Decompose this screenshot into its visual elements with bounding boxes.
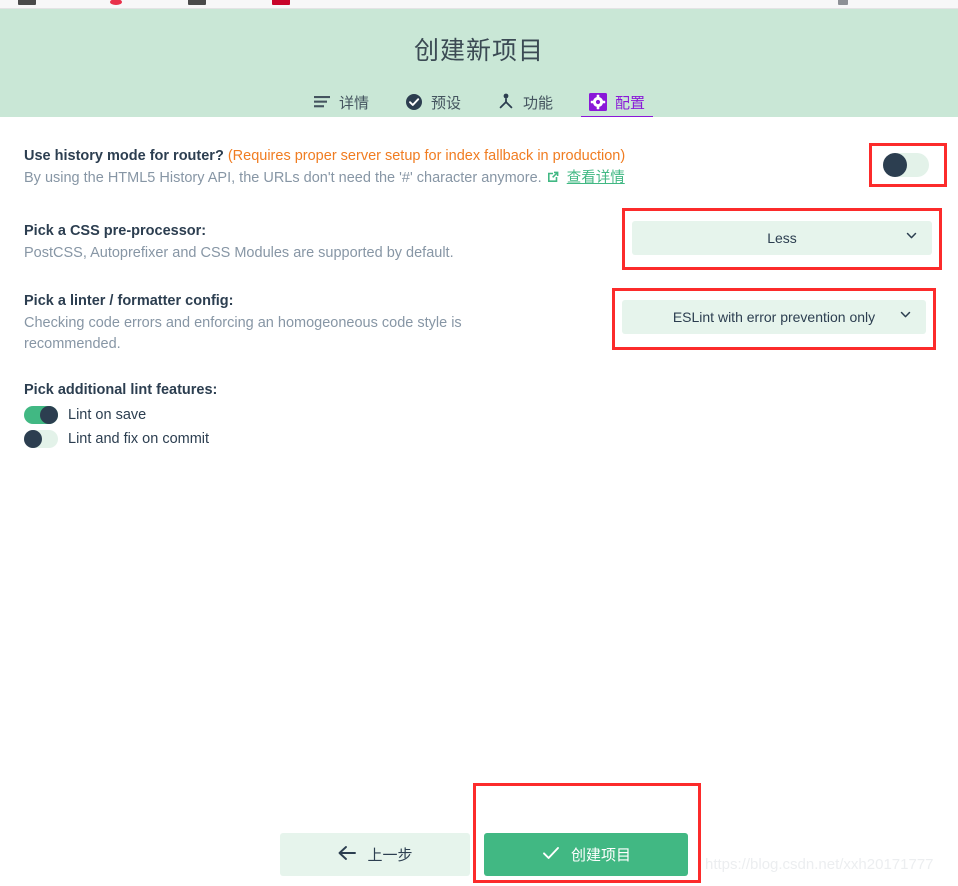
lint-feature-item[interactable]: Lint and fix on commit — [24, 430, 444, 448]
wizard-tabs: 详情 预设 功能 配置 — [0, 87, 958, 119]
list-icon — [313, 93, 331, 111]
chevron-down-icon — [899, 308, 912, 326]
css-preprocessor-desc: PostCSS, Autoprefixer and CSS Modules ar… — [24, 245, 454, 261]
tab-features[interactable]: 功能 — [497, 87, 553, 117]
browser-favicon — [838, 0, 848, 5]
wizard-header: 创建新项目 详情 预设 功能 配置 — [0, 9, 958, 119]
external-link-icon — [546, 170, 560, 191]
tab-configuration[interactable]: 配置 — [581, 87, 654, 119]
back-button[interactable]: 上一步 — [280, 833, 470, 876]
page-title: 创建新项目 — [413, 37, 544, 65]
check-circle-icon — [405, 93, 423, 111]
configuration-panel: Use history mode for router? (Requires p… — [0, 117, 958, 817]
history-mode-toggle-wrap — [883, 153, 929, 177]
chevron-down-icon — [905, 229, 918, 247]
sitemap-icon — [497, 93, 515, 111]
css-preprocessor-row: Pick a CSS pre-processor: PostCSS, Autop… — [24, 221, 584, 264]
linter-desc: Checking code errors and enforcing an ho… — [24, 315, 462, 352]
create-project-button-label: 创建项目 — [570, 847, 631, 864]
linter-title: Pick a linter / formatter config: — [24, 293, 234, 309]
css-preprocessor-title: Pick a CSS pre-processor: — [24, 223, 207, 239]
browser-favicon — [110, 0, 122, 5]
tab-details[interactable]: 详情 — [313, 87, 369, 117]
history-mode-warning: (Requires proper server setup for index … — [227, 148, 626, 164]
history-mode-title: Use history mode for router? (Requires p… — [24, 146, 724, 166]
gear-icon — [589, 93, 608, 111]
back-button-label: 上一步 — [367, 847, 413, 864]
tab-presets-label: 预设 — [430, 94, 461, 112]
browser-favicon — [272, 0, 290, 5]
css-preprocessor-select[interactable]: Less — [632, 221, 932, 255]
tab-features-label: 功能 — [523, 94, 554, 112]
toggle-knob — [883, 153, 907, 177]
history-mode-learn-more-link[interactable]: 查看详情 — [567, 170, 625, 186]
linter-row: Pick a linter / formatter config: Checki… — [24, 291, 524, 355]
lint-on-save-toggle[interactable] — [24, 406, 58, 424]
lint-features-row: Pick additional lint features: Lint on s… — [24, 380, 444, 448]
history-mode-question: Use history mode for router? — [24, 148, 224, 164]
lint-feature-item[interactable]: Lint on save — [24, 406, 444, 424]
css-preprocessor-selected-value: Less — [767, 230, 797, 246]
history-mode-desc: By using the HTML5 History API, the URLs… — [24, 170, 542, 186]
lint-and-fix-on-commit-label: Lint and fix on commit — [68, 431, 210, 447]
check-icon — [541, 845, 561, 865]
browser-tab-strip — [0, 0, 958, 9]
tab-configuration-label: 配置 — [615, 94, 646, 112]
lint-features-title: Pick additional lint features: — [24, 382, 218, 398]
browser-favicon — [188, 0, 206, 5]
create-project-button[interactable]: 创建项目 — [484, 833, 688, 876]
linter-select[interactable]: ESLint with error prevention only — [622, 300, 926, 334]
tab-presets[interactable]: 预设 — [405, 87, 461, 117]
arrow-left-icon — [337, 845, 357, 865]
linter-selected-value: ESLint with error prevention only — [672, 309, 876, 325]
history-mode-desc-line: By using the HTML5 History API, the URLs… — [24, 168, 724, 191]
toggle-knob — [40, 406, 58, 424]
browser-favicon — [18, 0, 36, 5]
watermark: https://blog.csdn.net/xxh20171777 — [705, 856, 934, 873]
vue-cli-create-project-window: 创建新项目 详情 预设 功能 配置 Use history mode for r… — [0, 0, 958, 886]
lint-on-save-label: Lint on save — [68, 407, 147, 423]
lint-and-fix-on-commit-toggle[interactable] — [24, 430, 58, 448]
tab-details-label: 详情 — [338, 94, 369, 112]
history-mode-toggle[interactable] — [883, 153, 929, 177]
toggle-knob — [24, 430, 42, 448]
history-mode-row: Use history mode for router? (Requires p… — [24, 146, 724, 191]
